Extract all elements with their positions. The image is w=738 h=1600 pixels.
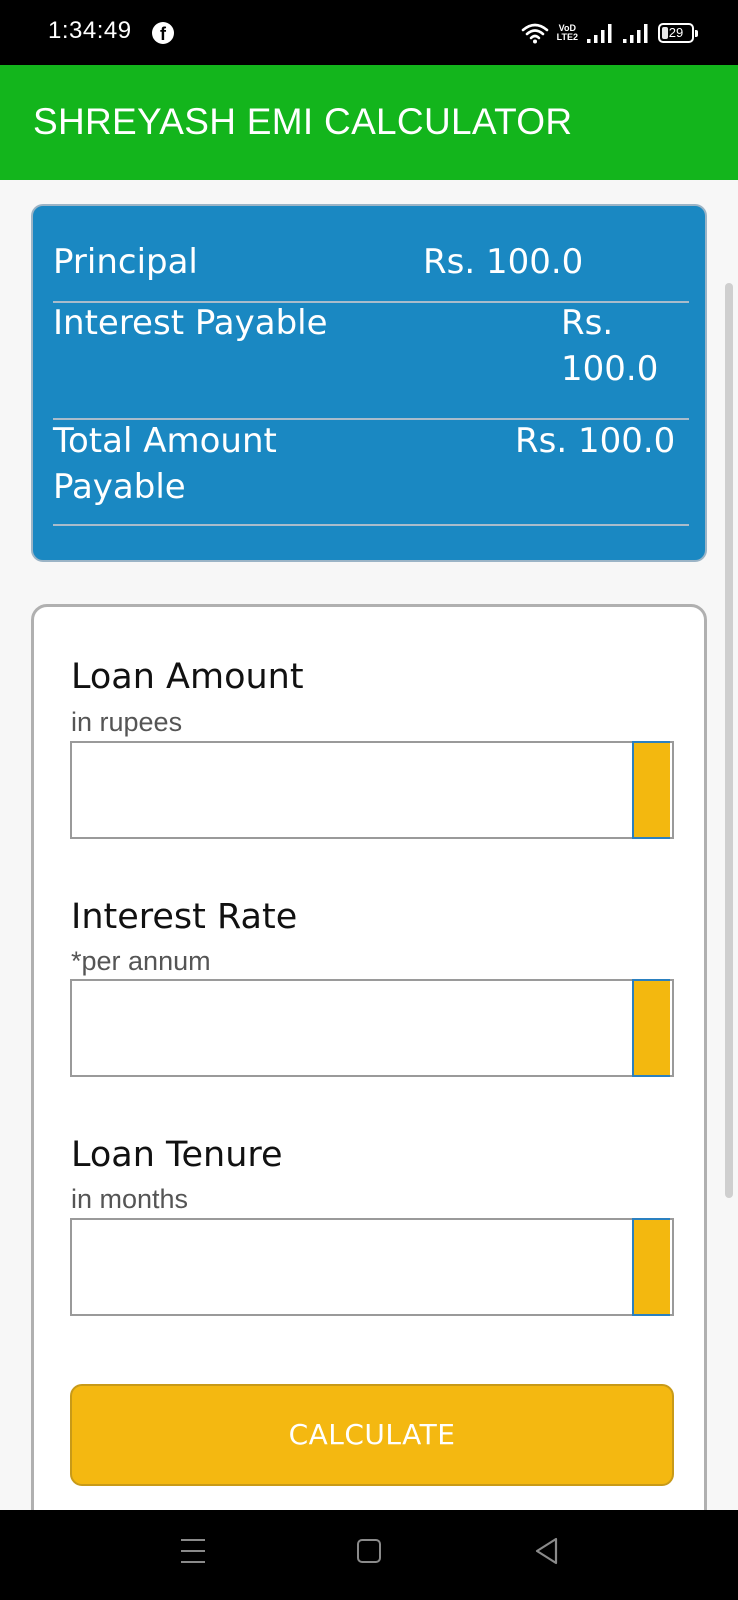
loan-form-card: Loan Amount in rupees Interest Rate *per… (31, 604, 707, 1600)
status-icons: VoD LTE2 29 (521, 19, 698, 47)
interest-label: Interest Payable (53, 303, 328, 343)
signal-icon (623, 24, 648, 43)
interest-value-line2: 100.0 (561, 349, 659, 389)
divider (53, 524, 689, 526)
calculate-button[interactable]: CALCULATE (70, 1384, 674, 1486)
interest-rate-hint: *per annum (71, 946, 211, 976)
menu-icon[interactable] (181, 1539, 205, 1565)
interest-rate-input[interactable] (70, 979, 674, 1077)
signal-icon (587, 24, 612, 43)
loan-tenure-hint: in months (71, 1184, 189, 1214)
loan-amount-hint: in rupees (71, 707, 183, 737)
scrollbar[interactable] (725, 283, 733, 1198)
volte-line2: LTE2 (556, 32, 578, 42)
loan-tenure-input[interactable] (70, 1218, 674, 1316)
loan-tenure-input-accent (632, 1218, 670, 1316)
battery-icon: 29 (658, 23, 698, 43)
status-bar: 1:34:49 f VoD LTE2 29 (0, 0, 738, 65)
principal-value: Rs. 100.0 (423, 242, 584, 282)
total-label-line1: Total Amount (53, 421, 277, 461)
total-value: Rs. 100.0 (515, 421, 676, 461)
loan-amount-input[interactable] (70, 741, 674, 839)
summary-card: Principal Rs. 100.0 Interest Payable Rs.… (31, 204, 707, 562)
facebook-icon: f (152, 22, 174, 44)
interest-rate-input-accent (632, 979, 670, 1077)
battery-level: 29 (668, 25, 684, 40)
total-label-line2: Payable (53, 467, 186, 507)
loan-amount-input-accent (632, 741, 670, 839)
volte-indicator: VoD LTE2 (557, 24, 578, 42)
navigation-bar (0, 1510, 738, 1600)
home-icon[interactable] (357, 1539, 381, 1563)
principal-label: Principal (53, 242, 198, 282)
app-title: SHREYASH EMI CALCULATOR (33, 101, 573, 142)
loan-tenure-label: Loan Tenure (71, 1135, 283, 1175)
app-bar: SHREYASH EMI CALCULATOR (0, 65, 738, 180)
wifi-icon (521, 23, 548, 44)
status-time: 1:34:49 (48, 17, 132, 44)
back-icon[interactable] (533, 1536, 559, 1566)
loan-amount-label: Loan Amount (71, 657, 304, 697)
interest-value-line1: Rs. (561, 303, 614, 343)
interest-rate-label: Interest Rate (71, 897, 298, 937)
